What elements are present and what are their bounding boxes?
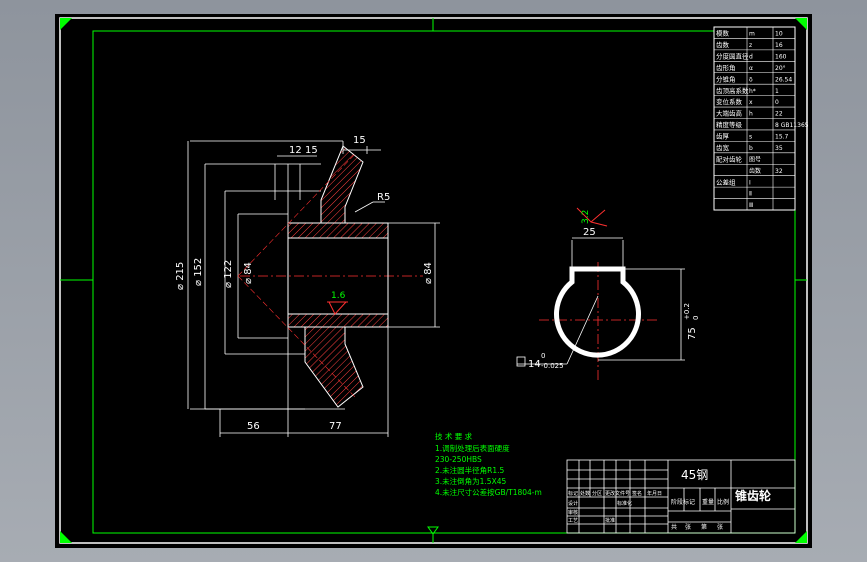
change-header-1: 标记 [568, 490, 578, 497]
dim-key-tol-low: -0.025 [541, 362, 564, 370]
param-value: 160 [775, 53, 787, 60]
gear-section [187, 140, 440, 437]
tech-req-title: 技 术 要 求 [435, 431, 473, 441]
sheet-label-2: 张 [685, 523, 691, 531]
dim-keyway-depth: 75 [687, 327, 698, 340]
dim-d84-left: ⌀ 84 [243, 262, 254, 284]
corner-marker-bl [60, 531, 72, 543]
roughness-3-2: 3.2 [581, 210, 591, 224]
param-label: 分度圆直径 [716, 51, 749, 60]
params-table: 模数 m 10齿数 z 16分度圆直径 d 160齿形角 α 20°分锥角 δ 26.54齿顶高系数… [713, 26, 809, 211]
corner-marker-br [795, 531, 807, 543]
dim-12: 12 [289, 145, 302, 156]
param-symbol: z [749, 42, 752, 49]
param-symbol: h [749, 111, 753, 118]
change-header-3: 分区 [592, 490, 602, 497]
param-label: 精度等级 [716, 120, 743, 129]
tech-req-item-2: 230-250HBS [435, 455, 482, 464]
dim-d215: ⌀ 215 [175, 262, 186, 290]
sign-label-1: 设计 [568, 500, 578, 507]
sheet-label-4: 张 [717, 523, 723, 531]
dim-56: 56 [247, 421, 260, 432]
param-value: 10 [775, 31, 783, 38]
param-label: 变位系数 [716, 97, 743, 106]
sheet-label-1: 共 [671, 523, 677, 531]
tech-req-item-1: 1.调制处理后表面硬度 [435, 443, 510, 453]
material-label: 45钢 [681, 468, 708, 482]
dim-77: 77 [329, 421, 342, 432]
param-label: 公差组 [716, 177, 736, 186]
param-label: 齿顶高系数 [716, 86, 749, 95]
param-symbol: Ⅲ [749, 202, 753, 209]
dim-key-width: 14 [528, 359, 541, 370]
change-header-2: 处数 [580, 490, 590, 497]
corner-marker-tl [60, 18, 72, 30]
change-header-6: 年月日 [647, 490, 662, 497]
param-label: 齿数 [716, 40, 730, 49]
param-label: 模数 [716, 29, 730, 38]
param-symbol: 齿数 [749, 167, 761, 175]
tech-req-item-5: 4.未注尺寸公差按GB/T1804-m [435, 487, 542, 497]
param-symbol: h* [749, 88, 756, 95]
scale-header-3: 比例 [717, 498, 729, 506]
dim-keyway-width: 25 [583, 227, 596, 238]
dim-keyway-tol: +0.2 [683, 303, 691, 320]
change-header-5: 签名 [632, 490, 642, 497]
dim-d152: ⌀ 152 [193, 258, 204, 286]
corner-marker-tr [795, 18, 807, 30]
param-value: 0 [775, 99, 779, 106]
param-symbol: d [749, 53, 753, 60]
param-symbol: m [749, 31, 755, 38]
param-label: 齿厚 [716, 133, 730, 141]
param-label: 齿宽 [716, 143, 730, 152]
param-value: 35 [775, 145, 783, 152]
sign-row-3: 批准 [605, 517, 615, 524]
drawing-svg: ⌀ 215 ⌀ 152 ⌀ 122 ⌀ 84 ⌀ 84 12 15 15 R5 … [59, 17, 809, 544]
sign-row-2: 工艺 [568, 518, 578, 524]
dim-key-tol: 0 [541, 352, 545, 360]
dim-d84-right: ⌀ 84 [423, 262, 434, 284]
dim-d122: ⌀ 122 [223, 260, 234, 288]
param-value: 16 [775, 42, 783, 49]
param-value: 15.7 [775, 134, 789, 141]
scale-header-1: 阶段标记 [671, 498, 695, 506]
param-symbol: x [749, 99, 753, 106]
dim-r5: R5 [377, 192, 390, 203]
param-symbol: s [749, 134, 752, 141]
param-value: 22 [775, 111, 783, 118]
sheet-label-3: 第 [701, 523, 707, 531]
tech-req-item-4: 3.未注倒角为1.5X45 [435, 476, 506, 486]
param-symbol: 图号 [749, 156, 761, 163]
sign-label-2: 标准化 [617, 500, 632, 507]
param-value: 20° [775, 65, 786, 72]
param-label: 大端齿高 [716, 109, 743, 118]
param-label: 配对齿轮 [716, 154, 743, 163]
param-value: 32 [775, 168, 783, 175]
drawing-canvas: ⌀ 215 ⌀ 152 ⌀ 122 ⌀ 84 ⌀ 84 12 15 15 R5 … [55, 14, 812, 548]
param-value: 26.54 [775, 76, 792, 83]
param-symbol: α [749, 65, 753, 72]
roughness-1-6: 1.6 [331, 291, 346, 301]
param-symbol: b [749, 145, 753, 152]
dim-keyway-tol-low: 0 [692, 316, 700, 320]
tech-req-item-3: 2.未注圆半径角R1.5 [435, 465, 505, 475]
param-symbol: δ [749, 76, 753, 83]
part-name: 锥齿轮 [735, 488, 772, 503]
param-label: 齿形角 [716, 63, 736, 72]
param-value: 8 GB11365 [775, 122, 809, 129]
param-label: 分锥角 [716, 74, 736, 83]
change-header-4: 更改文件号 [605, 490, 630, 497]
param-value: 1 [775, 88, 779, 95]
param-symbol: Ⅱ [749, 191, 752, 198]
param-symbol: Ⅰ [749, 179, 751, 186]
dim-15-top: 15 [305, 145, 318, 156]
sign-row-1: 审核 [568, 509, 578, 516]
dim-15-right: 15 [353, 135, 366, 146]
scale-header-2: 重量 [702, 498, 714, 506]
